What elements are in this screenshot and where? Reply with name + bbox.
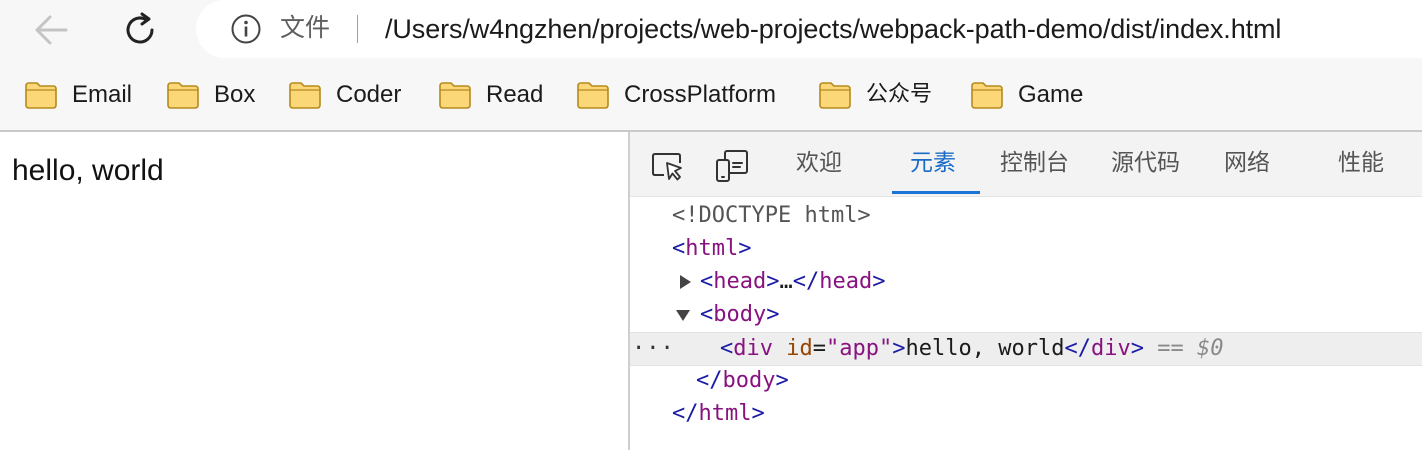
browser-toolbar: 文件 /Users/w4ngzhen/projects/web-projects…: [0, 0, 1422, 60]
bookmark-email[interactable]: Email: [24, 78, 132, 112]
dom-node-doctype[interactable]: <!DOCTYPE html>: [630, 200, 1422, 232]
page-content-text: hello, world: [12, 154, 164, 187]
head-tag-name: head: [713, 269, 767, 294]
dom-node-body[interactable]: <body>: [630, 299, 1422, 331]
info-icon[interactable]: [230, 13, 262, 45]
folder-icon: [167, 82, 199, 109]
address-bar[interactable]: 文件 /Users/w4ngzhen/projects/web-projects…: [196, 0, 1422, 58]
attr-name[interactable]: id: [786, 336, 813, 361]
dom-node-head[interactable]: <head>…</head>: [630, 266, 1422, 298]
inspect-cursor-icon: [652, 153, 682, 181]
bookmark-label: Email: [72, 81, 133, 108]
folder-icon: [439, 82, 471, 109]
file-protocol-label: 文件: [280, 13, 331, 42]
bookmark-game[interactable]: Game: [970, 78, 1083, 112]
expand-triangle-icon[interactable]: [680, 275, 691, 289]
bookmark-box[interactable]: Box: [166, 78, 255, 112]
bookmark-label: CrossPlatform: [624, 81, 777, 108]
dom-node-html[interactable]: <html>: [630, 233, 1422, 265]
body-tag-name: body: [713, 302, 767, 327]
refresh-icon: [126, 12, 154, 44]
dom-node-body-close[interactable]: </body>: [630, 365, 1422, 397]
bookmark-label: Game: [1018, 81, 1084, 108]
bookmark-read[interactable]: Read: [438, 78, 543, 112]
bookmark-coder[interactable]: Coder: [288, 78, 401, 112]
doctype-text: <!DOCTYPE html>: [672, 203, 871, 228]
folder-icon: [971, 82, 1003, 109]
bookmarks-bar: Email Box Coder Read CrossPlatform 公众号 G…: [0, 60, 1422, 132]
bookmark-label: Coder: [336, 81, 402, 108]
html-close-tag-name: html: [698, 401, 752, 426]
devtools-panel: 欢迎 元素 控制台 源代码 网络 性能 <!DOCTYPE html> <htm…: [628, 132, 1422, 450]
tab-network[interactable]: 网络: [1224, 146, 1270, 180]
tab-elements[interactable]: 元素: [910, 146, 956, 180]
div-text-content[interactable]: hello, world: [906, 336, 1065, 361]
tab-console[interactable]: 控制台: [1000, 146, 1069, 180]
device-toggle-icon: [716, 150, 748, 182]
head-close-tag-name: head: [819, 269, 873, 294]
html-tag-name: html: [685, 236, 739, 261]
folder-icon: [25, 82, 57, 109]
collapse-triangle-icon[interactable]: [676, 310, 690, 321]
bookmark-label: 公众号: [866, 82, 933, 107]
bookmark-label: Read: [486, 81, 544, 108]
folder-icon: [289, 82, 321, 109]
bookmark-crossplatform[interactable]: CrossPlatform: [576, 78, 776, 112]
page-viewport: hello, world: [0, 132, 628, 450]
div-tag-name: div: [733, 336, 773, 361]
folder-icon: [819, 82, 851, 109]
devtools-tabbar: 欢迎 元素 控制台 源代码 网络 性能: [630, 132, 1422, 197]
inspect-element-button[interactable]: [650, 150, 686, 184]
tab-sources[interactable]: 源代码: [1111, 146, 1180, 180]
back-button[interactable]: [32, 10, 72, 50]
tab-welcome[interactable]: 欢迎: [796, 146, 842, 180]
dom-node-html-close[interactable]: </html>: [630, 398, 1422, 430]
folder-icon: [577, 82, 609, 109]
row-menu-dots[interactable]: ···: [632, 333, 675, 365]
selected-node-marker: == $0: [1157, 336, 1224, 361]
head-collapsed-ellipsis[interactable]: …: [779, 269, 792, 294]
arrow-left-icon: [35, 15, 68, 45]
device-emulation-button[interactable]: [714, 148, 750, 184]
url-text[interactable]: /Users/w4ngzhen/projects/web-projects/we…: [385, 12, 1281, 46]
refresh-button[interactable]: [118, 8, 162, 52]
bookmark-label: Box: [214, 81, 256, 108]
tab-performance[interactable]: 性能: [1338, 146, 1384, 180]
dom-node-div-app[interactable]: ··· <div id="app">hello, world</div> == …: [630, 332, 1422, 366]
active-tab-indicator: [892, 191, 980, 194]
body-close-tag-name: body: [722, 368, 776, 393]
bookmark-official-account[interactable]: 公众号: [818, 78, 932, 112]
div-close-tag-name: div: [1090, 336, 1131, 361]
attr-value[interactable]: app: [839, 336, 879, 361]
address-separator: [357, 15, 358, 43]
